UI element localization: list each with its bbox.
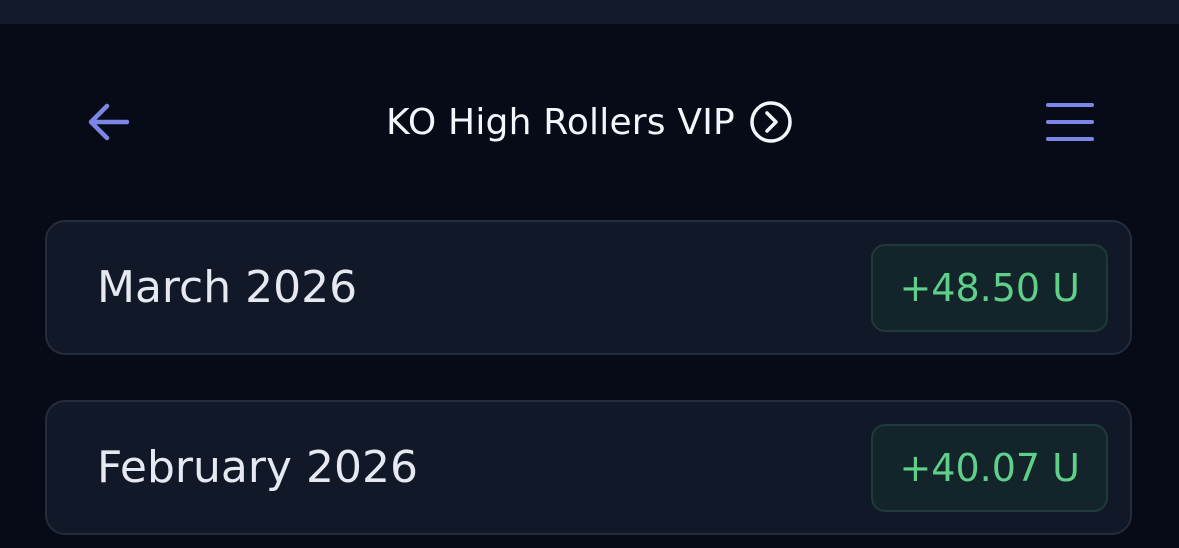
units-badge: +40.07 U <box>871 424 1108 512</box>
back-button[interactable] <box>80 98 136 146</box>
month-card-march-2026[interactable]: March 2026 +48.50 U <box>45 220 1132 355</box>
header: KO High Rollers VIP <box>0 82 1179 162</box>
chevron-right-circle-icon <box>750 101 792 143</box>
month-label: February 2026 <box>97 442 418 493</box>
group-info-button[interactable]: KO High Rollers VIP <box>386 100 793 144</box>
month-label: March 2026 <box>97 262 358 313</box>
month-card-february-2026[interactable]: February 2026 +40.07 U <box>45 400 1132 535</box>
hamburger-menu-icon <box>1046 103 1094 141</box>
title-container: KO High Rollers VIP <box>0 82 1179 162</box>
menu-button[interactable] <box>1040 98 1100 146</box>
top-bar <box>0 0 1179 24</box>
units-badge: +48.50 U <box>871 244 1108 332</box>
page-title: KO High Rollers VIP <box>386 101 735 143</box>
arrow-left-icon <box>88 103 130 141</box>
